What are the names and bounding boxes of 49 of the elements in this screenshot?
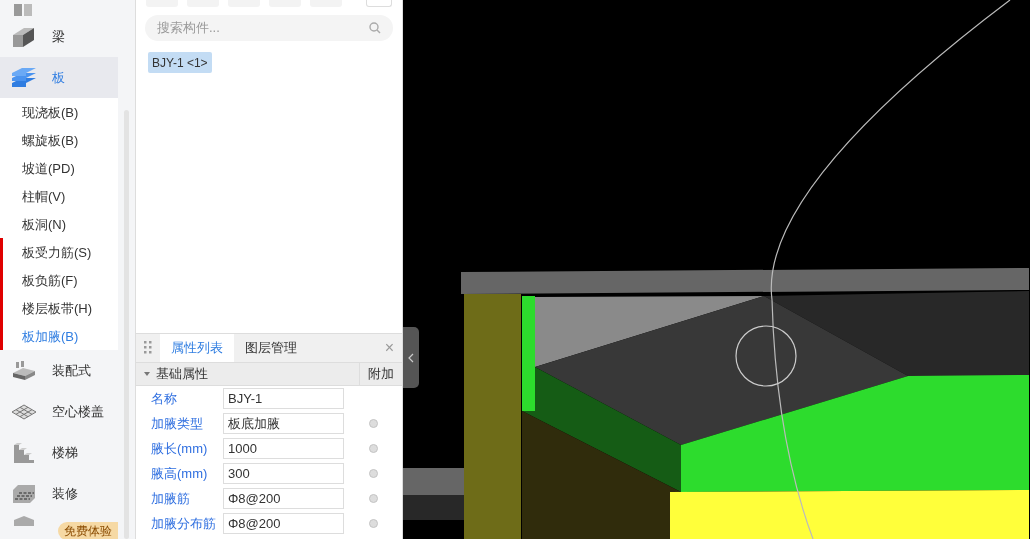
- property-value-field[interactable]: Φ8@200: [223, 488, 344, 509]
- extra-radio[interactable]: [368, 419, 378, 428]
- extra-radio[interactable]: [368, 494, 378, 503]
- sub-item[interactable]: 坡道(PD): [0, 158, 75, 179]
- panel-tab[interactable]: 图层管理: [234, 334, 308, 362]
- property-value-field[interactable]: BJY-1: [223, 388, 344, 409]
- property-name: 加腋筋: [150, 489, 191, 508]
- extra-radio[interactable]: [368, 519, 378, 528]
- extra-radio[interactable]: [368, 444, 378, 453]
- column-header: 附加: [359, 363, 402, 385]
- sub-item[interactable]: 楼层板带(H): [0, 298, 93, 319]
- property-name: 腋高(mm): [150, 464, 209, 483]
- component-item[interactable]: BJY-1 <1>: [148, 52, 212, 73]
- sub-item[interactable]: 现浇板(B): [0, 102, 79, 123]
- group-header[interactable]: 基础属性: [136, 363, 359, 385]
- sub-item[interactable]: 柱帽(V): [0, 186, 66, 207]
- sub-item[interactable]: 板洞(N): [0, 214, 67, 235]
- sub-item[interactable]: 螺旋板(B): [0, 130, 79, 151]
- search-icon: [369, 22, 381, 34]
- category-item[interactable]: 装配式: [0, 350, 118, 392]
- slab-stack-icon: [10, 65, 38, 90]
- property-name: 加腋类型: [150, 414, 204, 433]
- search-field[interactable]: 搜索构件...: [145, 15, 393, 41]
- category-item[interactable]: 板: [0, 57, 118, 99]
- panel-tab[interactable]: 属性列表: [160, 334, 234, 362]
- property-value-field[interactable]: 300: [223, 463, 344, 484]
- collapse-handle[interactable]: [403, 327, 419, 388]
- property-value-field[interactable]: 1000: [223, 438, 344, 459]
- chevron-left-icon: [408, 352, 414, 363]
- property-name: 名称: [150, 389, 178, 408]
- extra-radio[interactable]: [368, 469, 378, 478]
- category-item[interactable]: 楼梯: [0, 432, 118, 474]
- sub-item[interactable]: 板负筋(F): [0, 270, 78, 291]
- category-item[interactable]: 梁: [0, 16, 118, 58]
- category-item[interactable]: 空心楼盖: [0, 391, 118, 433]
- category-item[interactable]: 装修: [0, 473, 118, 515]
- cube-icon: [12, 514, 36, 527]
- precast-slab-icon: [10, 358, 38, 383]
- property-name: 腋长(mm): [150, 439, 209, 458]
- property-value-field[interactable]: 板底加腋: [223, 413, 344, 434]
- property-value-field[interactable]: Φ8@200: [223, 513, 344, 534]
- drag-handle-icon[interactable]: [144, 341, 152, 355]
- sub-item[interactable]: 板加腋(B): [0, 326, 79, 347]
- badge: 免费体验: [58, 522, 118, 539]
- search-input[interactable]: 搜索构件...: [157, 18, 369, 38]
- toolbar-button[interactable]: [366, 0, 392, 7]
- sub-item[interactable]: 板受力筋(S): [0, 242, 92, 263]
- property-name: 加腋分布筋: [150, 514, 217, 533]
- model-view-drawing[interactable]: [403, 0, 1029, 539]
